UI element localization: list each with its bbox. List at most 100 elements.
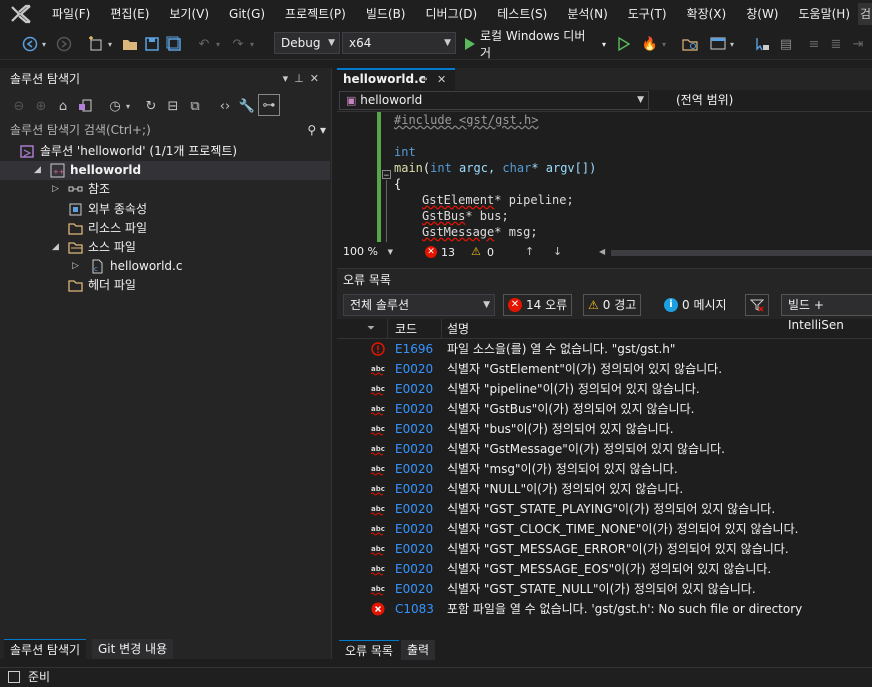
zoom-select[interactable]: 100 % ▼ [337, 244, 397, 262]
hot-reload-dropdown-icon[interactable]: ▾ [660, 34, 668, 54]
tree-item[interactable]: ◢ 소스 파일 [0, 238, 330, 257]
scope-filter-select[interactable]: 전체 솔루션 ▼ [343, 294, 495, 316]
tree-item[interactable]: 솔루션 'helloworld' (1/1개 프로젝트) [0, 142, 330, 161]
error-count[interactable]: 13 [441, 246, 455, 259]
menu-item[interactable]: 보기(V) [159, 0, 219, 28]
tree-item[interactable]: 외부 종속성 [0, 200, 330, 219]
warnings-filter-button[interactable]: ⚠ 0 경고 [583, 294, 642, 316]
chevron-down-icon[interactable]: ◢ [52, 238, 59, 257]
menu-item[interactable]: 파일(F) [42, 0, 100, 28]
error-code-link[interactable]: E0020 [395, 459, 433, 479]
step-cursor-icon[interactable] [752, 34, 772, 54]
pin-icon[interactable]: ⊸ [419, 70, 427, 89]
tab-helloworld-c[interactable]: helloworld.c ⊸ ✕ [337, 68, 455, 90]
window-layout-icon[interactable] [708, 34, 728, 54]
error-code-link[interactable]: C1083 [395, 599, 434, 619]
solution-explorer-icon[interactable] [680, 34, 700, 54]
error-row[interactable]: abc E0020 식별자 "GstElement"이(가) 정의되어 있지 않습니… [337, 359, 872, 379]
menu-item[interactable]: 도움말(H) [789, 0, 861, 28]
error-code-link[interactable]: E1696 [395, 339, 433, 359]
show-all-files-icon[interactable]: ⧉ [186, 96, 204, 116]
member-select[interactable]: (전역 범위) [653, 91, 872, 110]
back-icon[interactable]: ⊖ [10, 96, 28, 116]
start-without-debugging-icon[interactable] [616, 34, 632, 54]
preview-selected-icon[interactable]: ⊶ [258, 94, 280, 116]
messages-filter-button[interactable]: i 0 메시지 [659, 294, 732, 316]
error-code-link[interactable]: E0020 [395, 499, 433, 519]
error-row[interactable]: abc E0020 식별자 "msg"이(가) 정의되어 있지 않습니다. [337, 459, 872, 479]
filter-dropdown-icon[interactable]: ▾ [124, 96, 132, 116]
preview-icon[interactable]: ‹› [216, 96, 234, 116]
menu-item[interactable]: 도구(T) [618, 0, 677, 28]
collapse-icon[interactable]: − [382, 170, 391, 181]
close-icon[interactable]: ✕ [310, 72, 325, 85]
close-icon[interactable]: ✕ [437, 70, 446, 89]
open-folder-icon[interactable] [120, 34, 140, 54]
tree-item[interactable]: 헤더 파일 [0, 276, 330, 295]
error-code-link[interactable]: E0020 [395, 559, 433, 579]
home-icon[interactable]: ⌂ [54, 96, 72, 116]
redo-icon[interactable]: ↷ [228, 34, 248, 54]
menu-item[interactable]: 디버그(D) [416, 0, 488, 28]
error-code-link[interactable]: E0020 [395, 439, 433, 459]
error-row[interactable]: abc E0020 식별자 "GST_STATE_NULL"이(가) 정의되어 있지… [337, 579, 872, 599]
uncomment-icon[interactable]: ≣ [826, 34, 846, 54]
error-code-link[interactable]: E0020 [395, 419, 433, 439]
build-intellisense-select[interactable]: 빌드 + IntelliSen [781, 294, 872, 332]
hot-reload-icon[interactable]: 🔥 [640, 34, 660, 54]
error-row[interactable]: abc E0020 식별자 "NULL"이(가) 정의되어 있지 않습니다. [337, 479, 872, 499]
pending-changes-filter-icon[interactable]: ◷ [106, 96, 124, 116]
tab-error-list[interactable]: 오류 목록 [339, 640, 399, 660]
tab-output[interactable]: 출력 [401, 640, 436, 660]
error-row[interactable]: abc E0020 식별자 "GstBus"이(가) 정의되어 있지 않습니다. [337, 399, 872, 419]
error-code-link[interactable]: E0020 [395, 359, 433, 379]
error-code-link[interactable]: E0020 [395, 579, 433, 599]
error-row[interactable]: E1696 파일 소스을(를) 열 수 없습니다. "gst/gst.h" [337, 339, 872, 359]
back-icon[interactable] [20, 34, 40, 54]
errors-filter-button[interactable]: ✕ 14 오류 [503, 294, 573, 316]
tree-item[interactable]: ▷ c helloworld.c [0, 257, 330, 276]
collapse-all-icon[interactable]: ⊟ [164, 96, 182, 116]
scroll-left-icon[interactable]: ◀ [599, 247, 605, 256]
properties-wrench-icon[interactable]: 🔧 [238, 96, 256, 116]
column-header-code[interactable]: 코드 [395, 319, 417, 339]
error-code-link[interactable]: E0020 [395, 519, 433, 539]
start-debugging-icon[interactable] [462, 34, 478, 54]
error-code-link[interactable]: E0020 [395, 379, 433, 399]
error-code-link[interactable]: E0020 [395, 539, 433, 559]
error-row[interactable]: abc E0020 식별자 "GST_MESSAGE_ERROR"이(가) 정의되어… [337, 539, 872, 559]
error-row[interactable]: C1083 포함 파일을 열 수 없습니다. 'gst/gst.h': No su… [337, 599, 872, 619]
comment-icon[interactable]: ≡ [804, 34, 824, 54]
error-code-link[interactable]: E0020 [395, 479, 433, 499]
menu-item[interactable]: 편집(E) [100, 0, 159, 28]
menu-item[interactable]: 프로젝트(P) [275, 0, 356, 28]
menu-item[interactable]: 분석(N) [557, 0, 617, 28]
error-icon[interactable]: ✕ [425, 246, 437, 258]
tree-item[interactable]: 리소스 파일 [0, 219, 330, 238]
chevron-right-icon[interactable]: ▷ [52, 180, 59, 199]
configuration-select[interactable]: Debug ▼ [274, 32, 340, 54]
menu-item[interactable]: 테스트(S) [487, 0, 557, 28]
undo-icon[interactable]: ↶ [194, 34, 214, 54]
back-dropdown-icon[interactable]: ▾ [40, 34, 48, 54]
error-row[interactable]: abc E0020 식별자 "bus"이(가) 정의되어 있지 않습니다. [337, 419, 872, 439]
warning-icon[interactable]: ⚠ [471, 245, 481, 258]
menu-item[interactable]: Git(G) [219, 0, 275, 28]
forward-icon[interactable]: ⊕ [32, 96, 50, 116]
menu-item[interactable]: 확장(X) [677, 0, 737, 28]
chevron-down-icon[interactable]: ◢ [34, 161, 41, 180]
arrow-up-icon[interactable]: ↑ [525, 245, 534, 258]
menu-item[interactable]: 창(W) [736, 0, 788, 28]
tree-item[interactable]: ◢ ++ helloworld [0, 161, 330, 181]
undo-dropdown-icon[interactable]: ▾ [214, 34, 222, 54]
forward-icon[interactable] [54, 34, 74, 54]
warning-count[interactable]: 0 [487, 246, 494, 259]
panel-menu-icon[interactable]: ▾ [283, 72, 295, 85]
code-area[interactable]: − #include <gst/gst.h> int main(int argc… [337, 112, 872, 242]
sort-icon[interactable]: ⏷ [367, 319, 375, 339]
error-code-link[interactable]: E0020 [395, 399, 433, 419]
arrow-down-icon[interactable]: ↓ [553, 245, 562, 258]
platform-select[interactable]: x64 ▼ [342, 32, 456, 54]
visual-studio-logo-icon[interactable] [0, 0, 42, 28]
horizontal-scrollbar[interactable] [611, 250, 872, 256]
